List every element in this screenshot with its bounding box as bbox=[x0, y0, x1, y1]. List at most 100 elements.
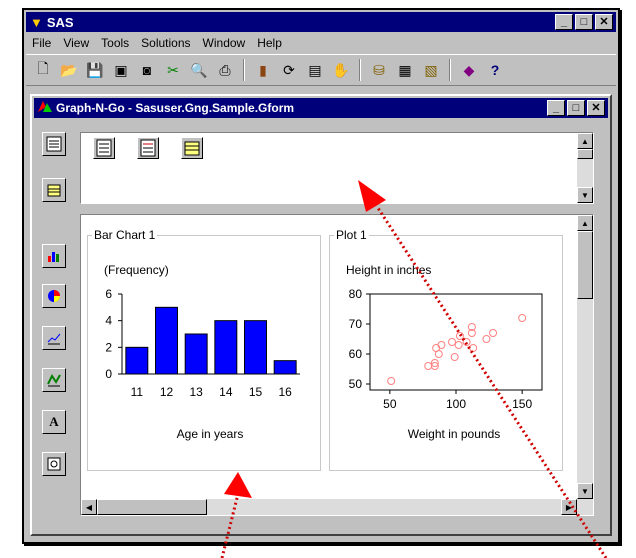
app-title: SAS bbox=[46, 14, 74, 30]
scroll-down-button[interactable]: ▼ bbox=[577, 187, 593, 203]
menu-bar: File View Tools Solutions Window Help bbox=[26, 34, 616, 52]
minimize-button[interactable]: _ bbox=[555, 14, 573, 30]
properties-icon[interactable]: ▣ bbox=[110, 59, 132, 81]
open-icon[interactable]: 📂 bbox=[58, 59, 80, 81]
top-panel-vertical-scrollbar[interactable]: ▲ ▼ bbox=[577, 133, 593, 203]
report-icon[interactable] bbox=[42, 452, 66, 476]
data-model-object-icon[interactable] bbox=[93, 137, 115, 159]
scroll-up-button[interactable]: ▲ bbox=[577, 215, 593, 231]
scroll-left-button[interactable]: ◀ bbox=[81, 499, 97, 515]
data-source-object-icon[interactable] bbox=[181, 137, 203, 159]
y-tick-label: 80 bbox=[349, 287, 363, 301]
scroll-thumb[interactable] bbox=[577, 231, 593, 299]
y-tick-label: 70 bbox=[349, 317, 363, 331]
save-icon[interactable]: 💾 bbox=[84, 59, 106, 81]
bar-chart[interactable]: (Frequency) 0 2 4 6 11 12 13 14 15 16 Age in years bbox=[88, 236, 320, 470]
hand-icon[interactable]: ✋ bbox=[330, 59, 352, 81]
data-point bbox=[387, 377, 396, 385]
y-tick-label: 60 bbox=[349, 347, 363, 361]
cut-icon[interactable]: ✂ bbox=[162, 59, 184, 81]
menu-help[interactable]: Help bbox=[257, 36, 282, 50]
child-title-bar[interactable]: Graph-N-Go - Sasuser.Gng.Sample.Gform _ … bbox=[34, 98, 608, 118]
multiple-plot-icon[interactable] bbox=[42, 368, 66, 392]
toolbar-separator bbox=[243, 59, 245, 81]
scroll-thumb[interactable] bbox=[97, 499, 207, 515]
x-tick-label: 11 bbox=[131, 385, 144, 399]
data-point bbox=[434, 350, 443, 358]
y-axis-label: Height in inches bbox=[346, 263, 431, 277]
data-point bbox=[462, 338, 471, 346]
menu-file[interactable]: File bbox=[32, 36, 51, 50]
data-source-icon[interactable] bbox=[42, 178, 66, 202]
y-tick-label: 2 bbox=[105, 340, 112, 354]
refresh-icon[interactable]: ⟳ bbox=[278, 59, 300, 81]
maximize-button[interactable]: □ bbox=[575, 14, 593, 30]
library-icon[interactable]: ⛁ bbox=[368, 59, 390, 81]
data-model-icon[interactable] bbox=[42, 132, 66, 156]
record-icon[interactable]: ◙ bbox=[136, 59, 158, 81]
bar bbox=[244, 320, 267, 375]
bar-chart-group[interactable]: Bar Chart 1 (Frequency) 0 2 4 6 11 12 13 14 15 16 A… bbox=[87, 228, 321, 471]
toolbar-separator bbox=[449, 59, 451, 81]
scatter-plot[interactable]: Height in inches 50 60 70 80 50 100 150 Weight i… bbox=[330, 236, 562, 470]
main-title-bar[interactable]: ▼ SAS _ □ ✕ bbox=[26, 12, 616, 32]
graph-panel-horizontal-scrollbar[interactable]: ◀ ▶ bbox=[81, 499, 577, 515]
close-button[interactable]: ✕ bbox=[595, 14, 613, 30]
x-tick-label: 150 bbox=[512, 397, 532, 411]
x-tick-label: 100 bbox=[446, 397, 466, 411]
table-icon[interactable]: ▦ bbox=[394, 59, 416, 81]
graph-n-go-window: Graph-N-Go - Sasuser.Gng.Sample.Gform _ … bbox=[30, 94, 612, 536]
scroll-right-button[interactable]: ▶ bbox=[561, 499, 577, 515]
print-preview-icon[interactable]: 🔍 bbox=[188, 59, 210, 81]
scroll-up-button[interactable]: ▲ bbox=[577, 133, 593, 149]
bar-chart-icon[interactable] bbox=[42, 244, 66, 268]
new-icon[interactable]: 🗋 bbox=[32, 59, 54, 81]
x-axis-label: Age in years bbox=[177, 427, 244, 441]
y-axis-label: (Frequency) bbox=[104, 263, 169, 277]
text-icon[interactable]: A bbox=[42, 410, 66, 434]
data-point bbox=[518, 314, 527, 322]
x-tick-label: 14 bbox=[219, 385, 233, 399]
x-tick-label: 13 bbox=[189, 385, 203, 399]
data-point bbox=[448, 338, 457, 346]
x-tick-label: 12 bbox=[160, 385, 174, 399]
y-tick-label: 0 bbox=[105, 367, 112, 381]
data-point bbox=[454, 341, 463, 349]
bar bbox=[273, 360, 297, 375]
graph-panel[interactable]: Bar Chart 1 (Frequency) 0 2 4 6 11 12 13 14 15 16 A… bbox=[80, 214, 594, 516]
menu-view[interactable]: View bbox=[63, 36, 89, 50]
help-icon[interactable]: ? bbox=[484, 59, 506, 81]
plot-label: Plot 1 bbox=[334, 228, 369, 242]
pie-chart-icon[interactable] bbox=[42, 284, 66, 308]
graph-panel-vertical-scrollbar[interactable]: ▲ ▼ bbox=[577, 215, 593, 515]
data-point bbox=[482, 335, 491, 343]
scroll-thumb[interactable] bbox=[577, 149, 593, 159]
child-minimize-button[interactable]: _ bbox=[547, 100, 565, 116]
data-point bbox=[455, 332, 464, 340]
image-icon[interactable]: ▧ bbox=[420, 59, 442, 81]
data-point bbox=[424, 362, 433, 370]
y-tick-label: 6 bbox=[105, 287, 112, 301]
data-point bbox=[469, 344, 478, 352]
child-close-button[interactable]: ✕ bbox=[587, 100, 605, 116]
plot-group[interactable]: Plot 1 Height in inches 50 60 70 80 50 100 150 W… bbox=[329, 228, 563, 471]
graph-n-go-icon bbox=[38, 100, 52, 116]
x-tick-label: 50 bbox=[383, 397, 397, 411]
toolbar-separator bbox=[359, 59, 361, 81]
x-tick-label: 16 bbox=[278, 385, 292, 399]
book-icon[interactable]: ◆ bbox=[458, 59, 480, 81]
log-icon[interactable]: ▤ bbox=[304, 59, 326, 81]
line-plot-icon[interactable] bbox=[42, 326, 66, 350]
menu-solutions[interactable]: Solutions bbox=[141, 36, 190, 50]
y-tick-label: 50 bbox=[349, 377, 363, 391]
menu-window[interactable]: Window bbox=[203, 36, 246, 50]
x-tick-label: 15 bbox=[249, 385, 263, 399]
child-maximize-button[interactable]: □ bbox=[567, 100, 585, 116]
menu-tools[interactable]: Tools bbox=[101, 36, 129, 50]
explorer-icon[interactable]: ▮ bbox=[252, 59, 274, 81]
data-model-object-icon[interactable] bbox=[137, 137, 159, 159]
print-icon[interactable]: ⎙ bbox=[214, 59, 236, 81]
data-model-panel[interactable]: ▲ ▼ bbox=[80, 132, 594, 204]
scroll-down-button[interactable]: ▼ bbox=[577, 483, 593, 499]
toolbar: 🗋 📂 💾 ▣ ◙ ✂ 🔍 ⎙ ▮ ⟳ ▤ ✋ ⛁ ▦ ▧ ◆ ? bbox=[26, 54, 616, 86]
